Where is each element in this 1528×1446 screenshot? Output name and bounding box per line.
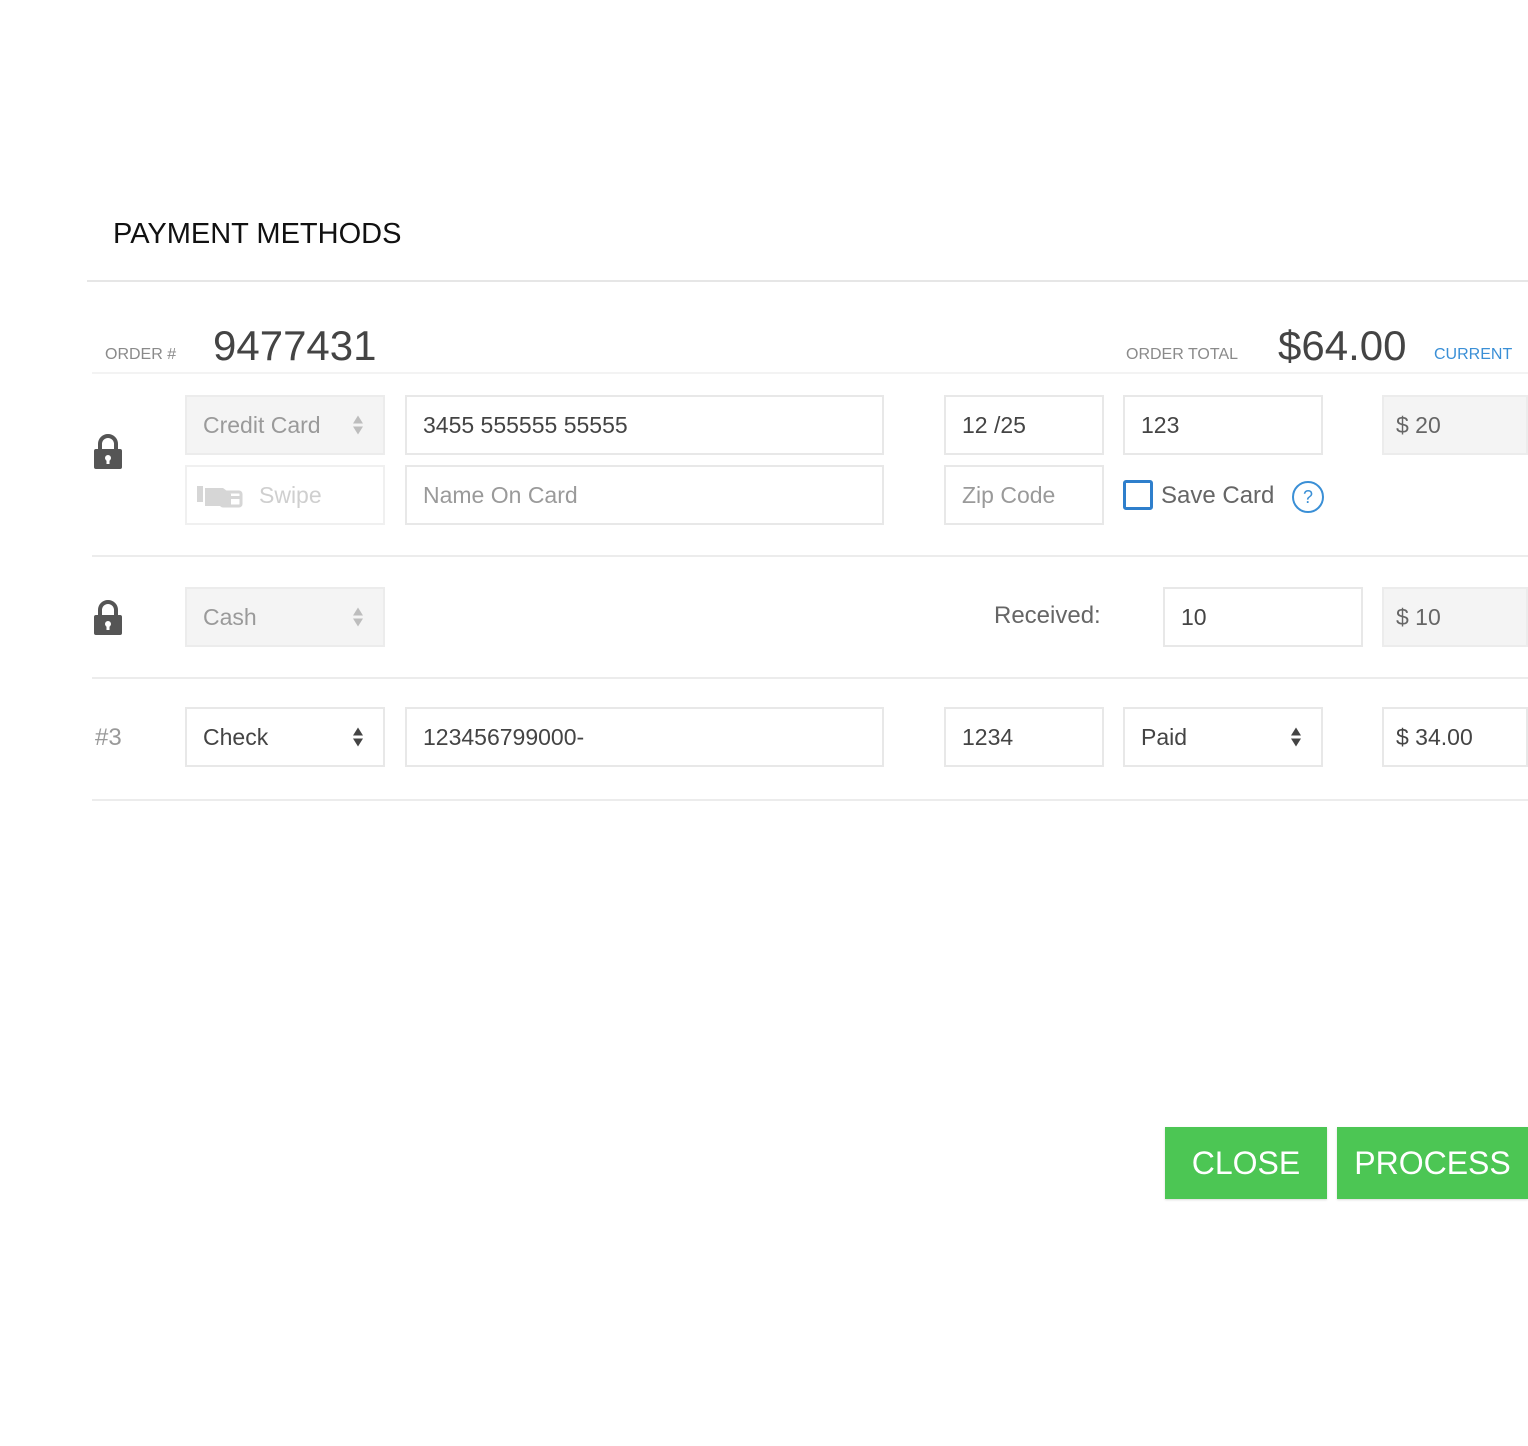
select-arrows-icon: [353, 415, 363, 435]
header-divider: [92, 372, 1528, 374]
order-number-label: ORDER #: [105, 346, 177, 363]
payment-method-value: Cash: [203, 603, 257, 630]
close-button[interactable]: CLOSE: [1165, 1127, 1327, 1199]
check-number-value: 123456799000-: [423, 723, 585, 750]
credit-amount-value: $ 20: [1396, 411, 1441, 438]
lock-icon: [93, 600, 123, 641]
help-icon[interactable]: ?: [1292, 481, 1324, 513]
check-status-value: Paid: [1141, 723, 1188, 750]
current-link[interactable]: CURRENT: [1434, 346, 1512, 364]
row-divider: [92, 677, 1528, 679]
swipe-card-icon: [197, 486, 243, 508]
zip-code-field[interactable]: Zip Code: [944, 465, 1104, 525]
lock-icon: [93, 434, 123, 475]
select-arrows-icon: [1291, 727, 1301, 747]
received-label: Received:: [994, 602, 1101, 629]
order-total: $64.00: [1278, 322, 1407, 369]
help-glyph: ?: [1302, 486, 1313, 507]
save-card-label: Save Card: [1161, 482, 1275, 509]
credit-amount-field[interactable]: $ 20: [1382, 395, 1528, 455]
card-expiry-value: 12 /25: [962, 411, 1026, 438]
select-arrows-icon: [353, 607, 363, 627]
check-code-field[interactable]: 1234: [944, 707, 1104, 767]
swipe-button[interactable]: Swipe: [185, 465, 385, 525]
check-number-field[interactable]: 123456799000-: [405, 707, 884, 767]
payment-method-value: Check: [203, 723, 269, 750]
check-code-value: 1234: [962, 723, 1014, 750]
card-cvv-value: 123: [1141, 411, 1180, 438]
check-amount-value: $ 34.00: [1396, 723, 1473, 750]
select-arrows-icon: [353, 727, 363, 747]
cash-amount-value: $ 10: [1396, 603, 1441, 630]
modal-title: PAYMENT METHODS: [113, 218, 402, 250]
check-amount-field[interactable]: $ 34.00: [1382, 707, 1528, 767]
row-number-label: #3: [95, 724, 122, 751]
card-number-value: 3455 555555 55555: [423, 411, 628, 438]
received-value: 10: [1181, 603, 1207, 630]
name-on-card-field[interactable]: Name On Card: [405, 465, 884, 525]
order-number: 9477431: [213, 322, 377, 369]
card-number-field[interactable]: 3455 555555 55555: [405, 395, 884, 455]
title-divider: [87, 280, 1528, 282]
name-on-card-placeholder: Name On Card: [423, 481, 578, 508]
process-button[interactable]: PROCESS: [1337, 1127, 1528, 1199]
payment-method-select-check[interactable]: Check: [185, 707, 385, 767]
order-total-label: ORDER TOTAL: [1126, 346, 1239, 363]
swipe-label: Swipe: [259, 481, 322, 508]
payment-method-select-cash[interactable]: Cash: [185, 587, 385, 647]
payment-method-select-credit[interactable]: Credit Card: [185, 395, 385, 455]
payment-method-value: Credit Card: [203, 411, 321, 438]
cash-amount-field[interactable]: $ 10: [1382, 587, 1528, 647]
row-divider: [92, 555, 1528, 557]
row-divider: [92, 799, 1528, 801]
check-status-select[interactable]: Paid: [1123, 707, 1323, 767]
card-cvv-field[interactable]: 123: [1123, 395, 1323, 455]
card-expiry-field[interactable]: 12 /25: [944, 395, 1104, 455]
zip-code-placeholder: Zip Code: [962, 481, 1056, 508]
received-field[interactable]: 10: [1163, 587, 1363, 647]
save-card-checkbox[interactable]: [1123, 480, 1153, 510]
